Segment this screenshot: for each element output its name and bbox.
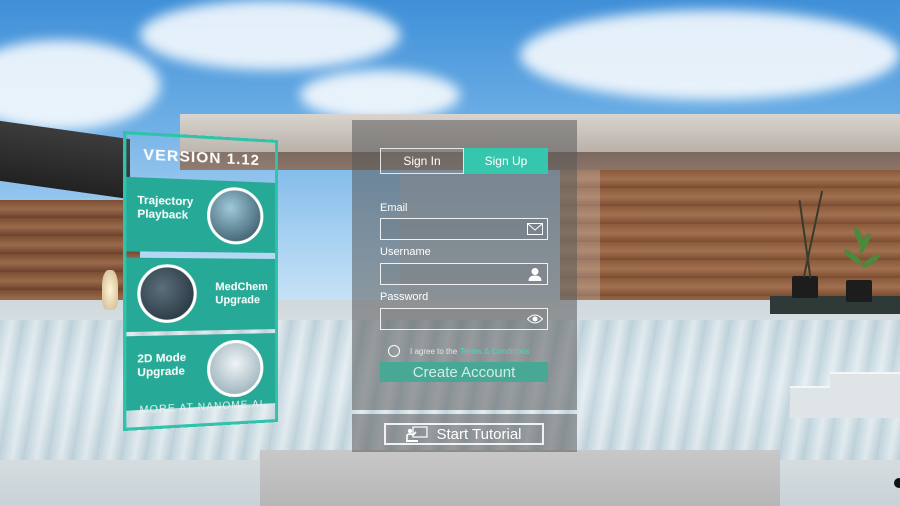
planter-base xyxy=(770,296,900,314)
auth-tabs: Sign In Sign Up xyxy=(380,148,548,174)
email-field[interactable] xyxy=(380,218,548,240)
trajectory-thumbnail xyxy=(207,186,264,245)
password-label: Password xyxy=(380,291,429,303)
feature-trajectory-playback[interactable]: Trajectory Playback xyxy=(126,176,276,253)
agree-text: I agree to the xyxy=(410,346,458,356)
cloud xyxy=(140,0,400,70)
robot-thumbnail xyxy=(207,339,264,399)
start-tutorial-label: Start Tutorial xyxy=(436,425,522,443)
user-icon xyxy=(528,268,542,281)
email-label: Email xyxy=(380,202,408,214)
auth-panel: Sign In Sign Up Email Username Password … xyxy=(352,120,577,410)
plant-pot xyxy=(846,280,872,302)
create-account-button[interactable]: Create Account xyxy=(380,362,548,382)
version-announcement-panel: VERSION 1.12 Trajectory Playback MedChem… xyxy=(123,130,278,432)
cloud xyxy=(300,70,460,120)
feature-label-line2: Upgrade xyxy=(215,294,261,307)
terms-link[interactable]: Terms & Conditions xyxy=(460,347,529,356)
teacher-icon xyxy=(406,426,429,442)
tab-sign-up[interactable]: Sign Up xyxy=(464,148,548,174)
terms-agreement-row: I agree to the Terms & Conditions xyxy=(388,344,530,358)
feature-label-line2: Upgrade xyxy=(137,365,185,380)
username-label: Username xyxy=(380,246,431,258)
agree-checkbox[interactable] xyxy=(388,345,400,357)
vase xyxy=(102,270,118,310)
tutorial-panel: Start Tutorial xyxy=(352,414,577,452)
version-title: VERSION 1.12 xyxy=(143,145,260,170)
username-field[interactable] xyxy=(380,263,548,285)
tab-sign-in[interactable]: Sign In xyxy=(380,148,464,174)
eye-icon[interactable] xyxy=(527,312,543,326)
password-field[interactable] xyxy=(380,308,548,330)
start-tutorial-button[interactable]: Start Tutorial xyxy=(384,423,544,445)
medchem-thumbnail xyxy=(137,264,197,324)
stone-path xyxy=(260,450,780,506)
corner-indicator xyxy=(894,478,900,488)
feature-medchem-upgrade[interactable]: MedChem Upgrade xyxy=(126,257,276,333)
feature-label-line2: Playback xyxy=(137,207,189,222)
plant-pot xyxy=(792,276,818,298)
feature-label-line1: MedChem xyxy=(215,281,268,294)
stair-step xyxy=(830,372,900,394)
envelope-icon xyxy=(527,223,543,235)
cloud xyxy=(520,10,900,100)
